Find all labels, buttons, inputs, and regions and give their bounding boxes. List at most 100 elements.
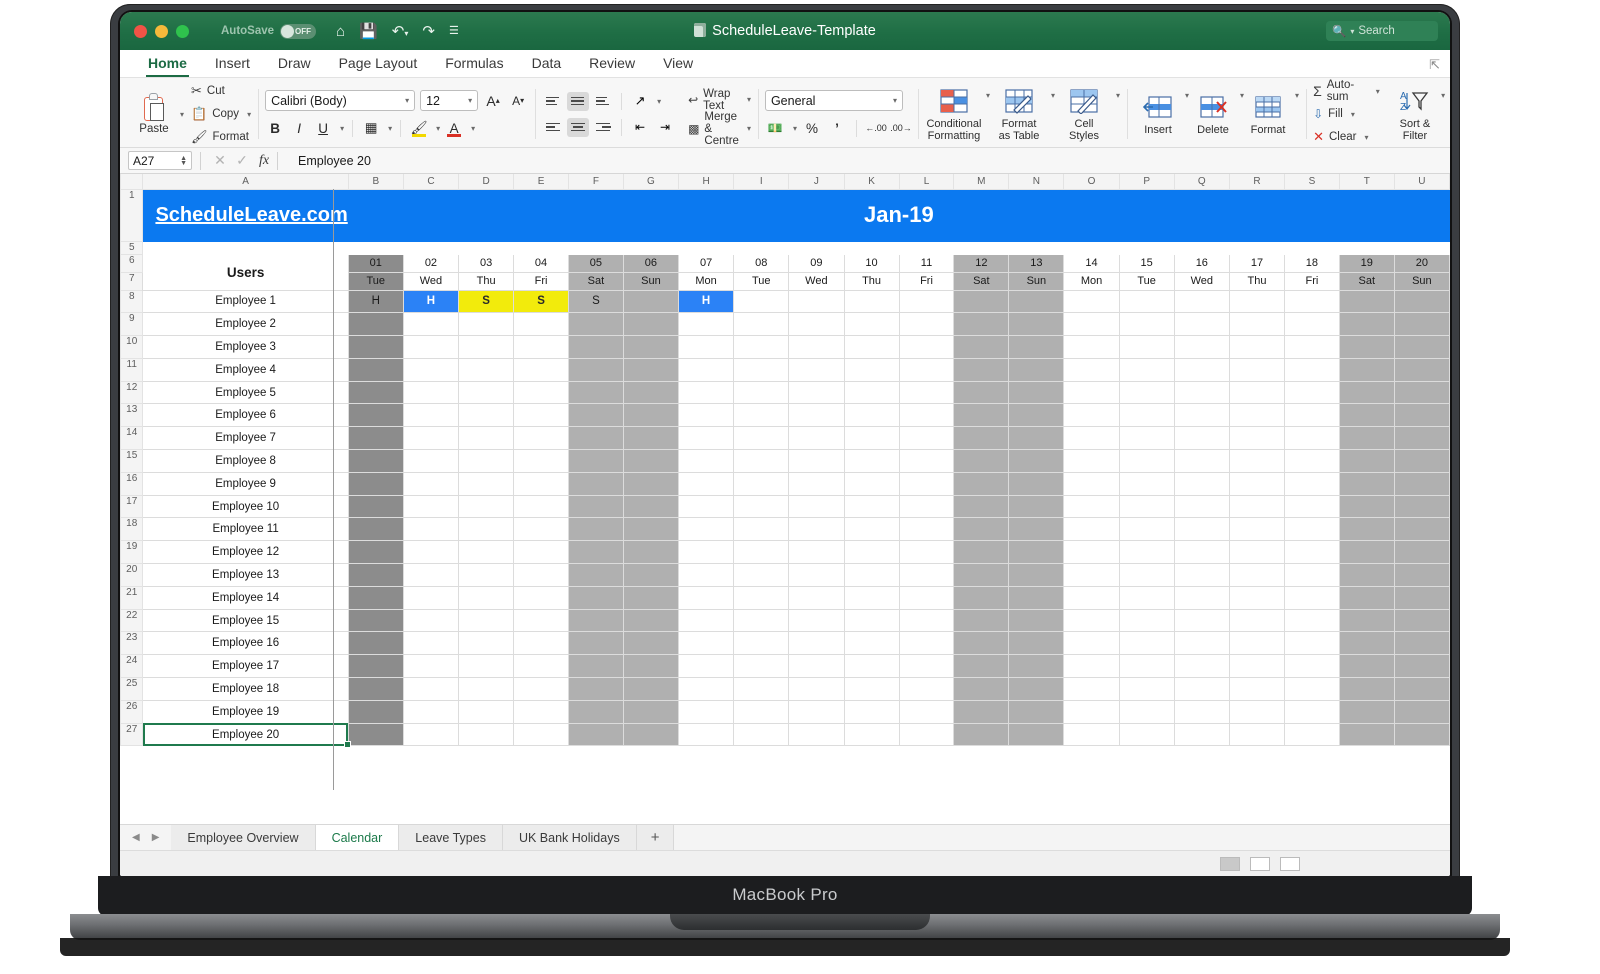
leave-cell[interactable] [733,471,790,496]
font-color-icon[interactable]: A [444,118,464,138]
day-number-cell-R[interactable]: 17 [1228,253,1286,273]
leave-cell[interactable] [1228,426,1286,451]
leave-cell[interactable] [1284,289,1340,314]
leave-cell[interactable] [898,540,955,565]
blank-cell[interactable] [1393,240,1450,255]
leave-cell[interactable] [1173,471,1230,496]
leave-cell[interactable] [843,699,900,724]
leave-cell[interactable] [622,563,679,587]
leave-cell[interactable] [1338,631,1395,656]
leave-cell[interactable] [402,563,460,587]
leave-cell[interactable] [677,449,735,473]
leave-cell[interactable] [1393,608,1450,633]
leave-cell[interactable] [402,357,460,382]
leave-cell[interactable] [843,540,900,565]
leave-cell[interactable] [1118,608,1175,633]
column-header-F[interactable]: F [567,174,624,190]
accounting-chevron-icon[interactable]: ▾ [793,124,797,133]
leave-cell[interactable] [843,494,900,519]
align-right-button[interactable] [592,118,614,137]
leave-cell[interactable] [1228,449,1286,473]
name-box-spinner-icon[interactable]: ▲ ▼ [180,155,187,167]
leave-cell[interactable] [1284,494,1340,519]
ribbon-collapse-icon[interactable]: ⇱ [1429,57,1440,77]
leave-cell[interactable] [1063,654,1120,679]
sheet-tab-uk-bank-holidays[interactable]: UK Bank Holidays [502,825,637,850]
leave-cell[interactable] [458,517,515,542]
leave-cell[interactable] [733,289,790,314]
leave-cell[interactable] [1063,699,1120,724]
leave-cell[interactable] [1173,289,1230,314]
increase-decimal-icon[interactable]: ←.00 [865,118,887,138]
leave-cell[interactable] [898,289,955,314]
leave-cell[interactable] [567,722,624,747]
sheet-tab-calendar[interactable]: Calendar [315,825,400,850]
leave-cell[interactable] [1118,380,1175,405]
leave-cell[interactable] [402,699,460,724]
leave-cell[interactable] [898,494,955,519]
day-name-cell-J[interactable]: Wed [788,271,845,291]
format-as-table-button[interactable]: Format as Table [990,86,1048,142]
leave-cell[interactable] [1284,335,1340,359]
leave-cell[interactable] [1118,449,1175,473]
leave-cell[interactable] [1173,335,1230,359]
blank-cell[interactable] [1173,240,1230,255]
blank-cell[interactable] [402,240,460,255]
format-cells-button[interactable]: Format [1244,92,1292,136]
day-name-cell-Q[interactable]: Wed [1173,271,1230,291]
leave-cell[interactable] [1228,608,1286,633]
leave-cell[interactable] [843,585,900,610]
ribbon-tab-insert[interactable]: Insert [201,53,264,77]
column-header-I[interactable]: I [733,174,790,190]
leave-cell[interactable] [788,449,845,473]
leave-cell[interactable] [1008,585,1065,610]
leave-cell[interactable] [458,722,515,747]
column-header-L[interactable]: L [898,174,955,190]
leave-cell[interactable] [733,449,790,473]
close-window-button[interactable] [134,24,147,38]
minimize-window-button[interactable] [155,24,168,38]
leave-cell[interactable] [1008,677,1065,701]
leave-cell[interactable] [1393,426,1450,451]
fill-chevron-icon[interactable]: ▾ [1351,110,1355,119]
font-size-select[interactable]: 12 ▾ [420,90,479,111]
fill-color-icon[interactable]: 🖌 [409,118,429,138]
employee-name-cell[interactable]: Employee 11 [142,517,349,542]
leave-cell[interactable] [1338,722,1395,747]
leave-cell[interactable] [1173,677,1230,701]
leave-cell[interactable] [1338,471,1395,496]
underline-button[interactable]: U [313,118,333,138]
leave-cell[interactable] [1008,494,1065,519]
column-header-B[interactable]: B [347,174,404,190]
leave-cell[interactable] [1284,312,1340,337]
column-header-S[interactable]: S [1284,174,1340,190]
leave-cell[interactable] [1063,563,1120,587]
leave-cell[interactable] [513,631,569,656]
leave-cell[interactable] [1118,631,1175,656]
leave-cell[interactable] [677,426,735,451]
day-name-cell-S[interactable]: Fri [1284,271,1340,291]
leave-cell[interactable] [1228,380,1286,405]
row-header[interactable]: 25 [120,677,144,701]
leave-cell[interactable]: H [402,289,460,314]
delete-cells-button[interactable]: Delete [1189,92,1237,136]
row-header[interactable]: 22 [120,608,144,633]
column-header-A[interactable]: A [142,174,349,190]
leave-cell[interactable] [402,380,460,405]
leave-cell[interactable] [513,335,569,359]
leave-cell[interactable] [458,380,515,405]
leave-cell[interactable] [622,494,679,519]
leave-cell[interactable] [953,608,1010,633]
leave-cell[interactable] [953,699,1010,724]
leave-cell[interactable] [458,677,515,701]
leave-cell[interactable] [1284,654,1340,679]
day-name-cell-D[interactable]: Thu [458,271,515,291]
leave-cell[interactable] [347,585,404,610]
day-name-cell-P[interactable]: Tue [1118,271,1175,291]
leave-cell[interactable] [458,403,515,428]
leave-cell[interactable] [513,471,569,496]
column-header-G[interactable]: G [622,174,679,190]
confirm-edit-icon[interactable]: ✓ [231,152,253,169]
employee-name-cell[interactable]: Employee 4 [142,357,349,382]
leave-cell[interactable] [513,722,569,747]
